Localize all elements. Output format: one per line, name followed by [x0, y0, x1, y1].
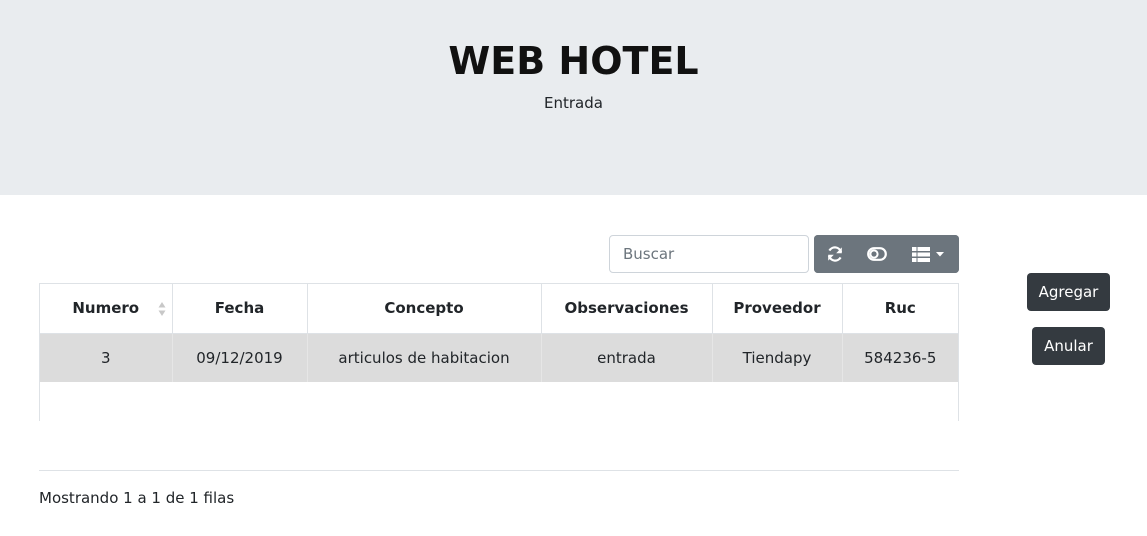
search-input[interactable] [609, 235, 809, 273]
pagination-info: Mostrando 1 a 1 de 1 filas [39, 489, 235, 507]
add-button[interactable]: Agregar [1027, 273, 1110, 311]
column-header-concepto[interactable]: Concepto [307, 284, 542, 334]
table-footer-divider [39, 470, 959, 471]
column-header-proveedor[interactable]: Proveedor [712, 284, 843, 334]
page-title: WEB HOTEL [448, 39, 699, 83]
table-toolbar-buttons [814, 235, 959, 273]
cell-concepto: articulos de habitacion [307, 333, 542, 382]
column-header-label: Numero [72, 299, 140, 318]
refresh-button[interactable] [814, 235, 856, 273]
cell-proveedor: Tiendapy [712, 333, 843, 382]
cell-fecha: 09/12/2019 [172, 333, 308, 382]
cancel-entry-button[interactable]: Anular [1032, 327, 1105, 365]
column-header-ruc[interactable]: Ruc [842, 284, 958, 334]
table-header-row: Numero Fecha Concepto Observaciones Prov… [40, 284, 958, 334]
columns-icon [911, 246, 930, 262]
column-header-observaciones[interactable]: Observaciones [541, 284, 713, 334]
toggle-view-button[interactable] [856, 235, 898, 273]
table-row[interactable]: 3 09/12/2019 articulos de habitacion ent… [40, 333, 958, 382]
sort-icon [158, 302, 165, 316]
cell-numero: 3 [40, 333, 173, 382]
caret-down-icon [935, 252, 944, 257]
column-header-fecha[interactable]: Fecha [172, 284, 308, 334]
refresh-icon [827, 246, 843, 262]
page-subtitle: Entrada [544, 94, 603, 112]
toggle-icon [867, 247, 887, 261]
column-header-numero[interactable]: Numero [40, 284, 173, 334]
cell-ruc: 584236-5 [864, 348, 937, 367]
data-table: Numero Fecha Concepto Observaciones Prov… [39, 283, 959, 421]
header-jumbotron: WEB HOTEL Entrada [0, 0, 1147, 195]
cell-observaciones: entrada [541, 333, 713, 382]
columns-dropdown-button[interactable] [898, 235, 959, 273]
